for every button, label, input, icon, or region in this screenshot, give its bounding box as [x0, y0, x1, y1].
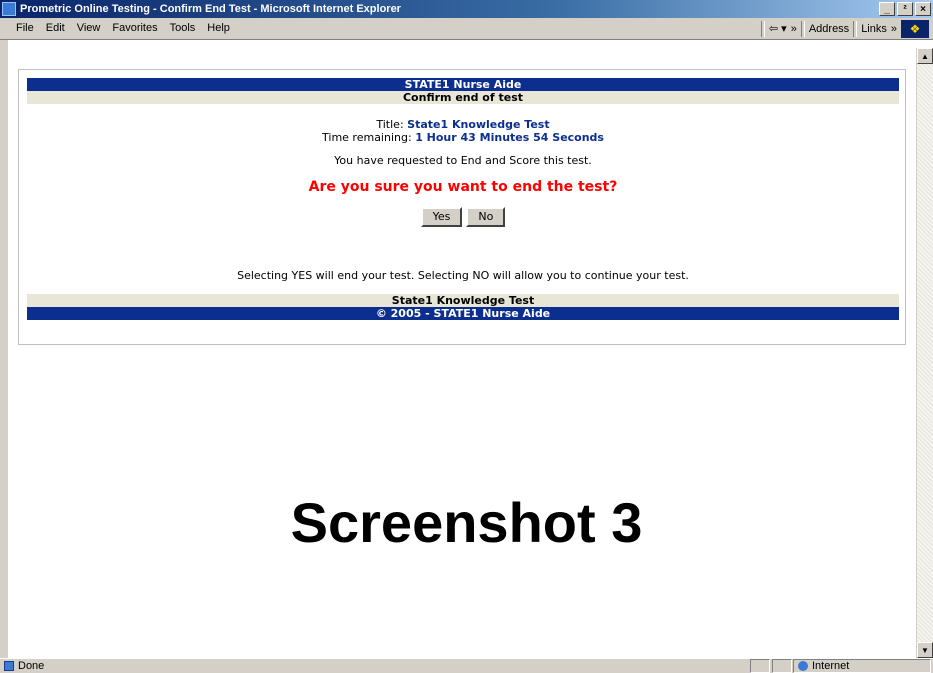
info-message: Selecting YES will end your test. Select…	[237, 269, 689, 282]
internet-globe-icon	[798, 661, 808, 671]
footer-copyright: © 2005 - STATE1 Nurse Aide	[27, 307, 899, 320]
exam-header-title: STATE1 Nurse Aide	[27, 78, 899, 91]
window-title: Prometric Online Testing - Confirm End T…	[20, 3, 401, 15]
toolbar-separator	[760, 20, 765, 37]
menu-help[interactable]: Help	[201, 18, 236, 39]
menu-file[interactable]: File	[10, 18, 40, 39]
title-label: Title:	[376, 118, 404, 131]
confirm-question: Are you sure you want to end the test?	[308, 179, 618, 195]
status-bar: Done Internet	[0, 658, 933, 673]
time-remaining-label: Time remaining:	[322, 131, 412, 144]
toolbar-separator	[800, 20, 805, 37]
page-title: Confirm end of test	[27, 91, 899, 104]
windows-logo-icon: ❖	[901, 20, 929, 38]
window-title-bar: Prometric Online Testing - Confirm End T…	[0, 0, 933, 18]
yes-button[interactable]: Yes	[420, 207, 463, 227]
status-pane	[772, 659, 792, 673]
request-message: You have requested to End and Score this…	[334, 154, 592, 167]
confirm-end-test-panel: STATE1 Nurse Aide Confirm end of test Ti…	[18, 69, 906, 345]
toolbar-separator	[853, 20, 858, 37]
window-left-border	[0, 40, 8, 658]
scroll-down-button[interactable]: ▼	[917, 642, 933, 658]
maximize-button[interactable]: ²	[897, 2, 913, 16]
no-button[interactable]: No	[466, 207, 506, 227]
back-arrow-icon[interactable]: ⇦ ▾	[769, 22, 787, 35]
zone-label: Internet	[812, 660, 850, 672]
menu-favorites[interactable]: Favorites	[106, 18, 163, 39]
status-text: Done	[18, 660, 45, 672]
test-title-value: State1 Knowledge Test	[407, 118, 550, 131]
toolbar-chevron-icon[interactable]: »	[791, 23, 797, 35]
close-button[interactable]: ×	[915, 2, 931, 16]
menu-tools[interactable]: Tools	[164, 18, 202, 39]
menu-view[interactable]: View	[71, 18, 107, 39]
page-status-icon	[4, 661, 14, 671]
ie-app-icon	[2, 2, 16, 16]
footer-test-title: State1 Knowledge Test	[27, 294, 899, 307]
scroll-up-button[interactable]: ▲	[917, 48, 933, 64]
minimize-button[interactable]: _	[879, 2, 895, 16]
address-label[interactable]: Address	[809, 23, 849, 35]
links-chevron-icon[interactable]: »	[891, 23, 897, 35]
security-zone: Internet	[793, 659, 931, 673]
vertical-scrollbar[interactable]: ▲ ▼	[916, 48, 933, 658]
time-remaining-value: 1 Hour 43 Minutes 54 Seconds	[415, 131, 604, 144]
screenshot-caption: Screenshot 3	[290, 491, 643, 554]
menu-edit[interactable]: Edit	[40, 18, 71, 39]
status-pane	[750, 659, 770, 673]
links-label[interactable]: Links	[861, 23, 887, 35]
menu-bar: File Edit View Favorites Tools Help ⇦ ▾ …	[0, 18, 933, 40]
time-remaining-line: Time remaining: 1 Hour 43 Minutes 54 Sec…	[27, 131, 899, 144]
test-title-line: Title: State1 Knowledge Test	[27, 118, 899, 131]
